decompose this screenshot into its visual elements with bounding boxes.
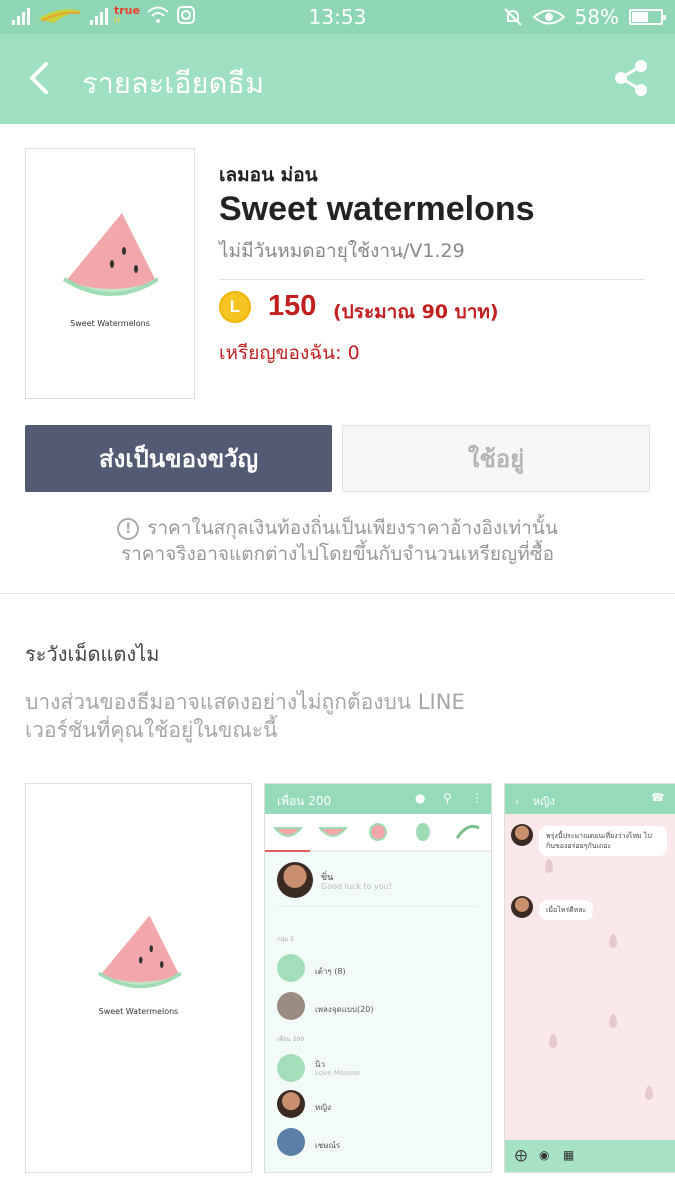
phone-icon: ☎ (651, 791, 665, 804)
drop-icon (549, 1034, 557, 1048)
watermelon-icon (62, 213, 158, 296)
warning-text: บางส่วนของธีมอาจแสดงอย่างไม่ถูกต้องบน LI… (25, 688, 465, 744)
warning-line2: เวอร์ชันที่คุณใช้อยู่ในขณะนี้ (25, 718, 278, 742)
page-title: รายละเอียดธีม (82, 66, 265, 100)
drop-icon (609, 1014, 617, 1028)
app-bar: รายละเอียดธีม (0, 34, 675, 124)
watermelon-tab-icon (272, 827, 303, 837)
avatar (511, 896, 533, 918)
preview-profile-status: Good luck to you! (321, 882, 392, 891)
preview-cover-caption: Sweet Watermelons (98, 1007, 179, 1016)
preview-friends-header: เพื่อน 200 ● ⚲ ⋮ (265, 784, 491, 814)
in-use-button[interactable]: ใช้อยู่ (342, 425, 650, 492)
my-coins: เหรียญของฉัน: 0 (219, 342, 360, 364)
preview-row: เต้าๆ (8) (315, 967, 346, 976)
gift-button[interactable]: ส่งเป็นของขวัญ (25, 425, 332, 492)
preview-friends[interactable]: เพื่อน 200 ● ⚲ ⋮ ขิ่น Good luck to you! … (264, 783, 492, 1173)
drop-icon (545, 859, 553, 873)
warning-title: ระวังเม็ดแตงไม (25, 642, 160, 666)
line-coin-icon: L (219, 291, 251, 323)
theme-name: Sweet watermelons (219, 190, 535, 228)
preview-row: เชษณ์ร (315, 1141, 341, 1150)
watermelon-tab-icon (317, 827, 348, 837)
chat-bubble: เมื่อไหร่ดีหละ (539, 900, 594, 920)
share-icon[interactable] (611, 58, 651, 98)
theme-author[interactable]: เลมอน ม่อน (219, 160, 318, 190)
info-icon: ! (117, 518, 140, 540)
preview-friends-label: เพื่อน 200 (277, 1036, 305, 1043)
divider (219, 279, 645, 280)
divider (277, 906, 479, 907)
preview-row: เพลงจุดแบบ(20) (315, 1005, 374, 1014)
price-note-line1: ราคาในสกุลเงินท้องถิ่นเป็นเพียงราคาอ้างอ… (147, 517, 558, 539)
preview-row: หญิง (315, 1103, 331, 1112)
drop-icon (609, 934, 617, 948)
warning-line1: บางส่วนของธีมอาจแสดงอย่างไม่ถูกต้องบน LI… (25, 690, 465, 714)
theme-thumbnail[interactable]: Sweet Watermelons (25, 148, 195, 399)
add-friend-icon: ● (415, 791, 426, 805)
preview-chat-toolbar: ⨁ ◉ ▦ (505, 1140, 675, 1172)
theme-price: 150 (268, 290, 317, 322)
status-right: 58% (503, 5, 666, 29)
preview-chat[interactable]: ‹ หญิง ☎ พรุ่งนี้ประมาณตอนเที่ยงว่างไหม … (504, 783, 675, 1173)
back-arrow-icon[interactable] (22, 58, 62, 98)
back-arrow-icon: ‹ (515, 795, 520, 808)
watermelon-tab-icon (368, 823, 387, 841)
preview-row-sub: Love Mousse (315, 1069, 361, 1077)
price-note-line2: ราคาจริงอาจแตกต่างไปโดยขึ้นกับจำนวนเหรีย… (120, 543, 555, 565)
preview-groups-label: กลุ่ม 2 (277, 936, 294, 943)
chat-bubble: พรุ่งนี้ประมาณตอนเที่ยงว่างไหม ไปกินของอ… (539, 826, 667, 856)
plus-icon: ⨁ (515, 1148, 527, 1162)
mute-bell-icon (503, 8, 522, 26)
more-icon: ⋮ (471, 791, 483, 805)
avatar (277, 1128, 305, 1156)
leaf-tab-icon (456, 824, 481, 839)
avatar (277, 862, 313, 898)
preview-friends-tabs (265, 814, 491, 852)
search-icon: ⚲ (443, 791, 452, 805)
avatar (277, 992, 305, 1020)
battery-icon (629, 9, 666, 25)
preview-cover[interactable]: Sweet Watermelons (25, 783, 252, 1173)
watermelon-tab-icon (416, 823, 431, 841)
theme-validity: ไม่มีวันหมดอายุใช้งาน/V1.29 (219, 240, 465, 262)
drop-icon (645, 1086, 653, 1100)
avatar (277, 954, 305, 982)
price-note: ! ราคาในสกุลเงินท้องถิ่นเป็นเพียงราคาอ้าง… (0, 515, 675, 567)
preview-friends-title: เพื่อน 200 (277, 794, 332, 808)
status-bar: true H 13:53 58% (0, 0, 675, 34)
avatar (277, 1054, 305, 1082)
eye-icon (532, 9, 565, 25)
preview-chat-header: ‹ หญิง ☎ (505, 784, 675, 814)
avatar (511, 824, 533, 846)
image-icon: ▦ (563, 1148, 575, 1162)
avatar (277, 1090, 305, 1118)
price-approx: (ประมาณ 90 บาท) (333, 301, 499, 323)
battery-percent: 58% (574, 5, 619, 29)
preview-chat-title: หญิง (532, 795, 555, 808)
thumbnail-caption: Sweet Watermelons (70, 319, 150, 328)
watermelon-icon (97, 915, 181, 989)
section-divider (0, 593, 675, 594)
camera-icon: ◉ (539, 1148, 550, 1162)
